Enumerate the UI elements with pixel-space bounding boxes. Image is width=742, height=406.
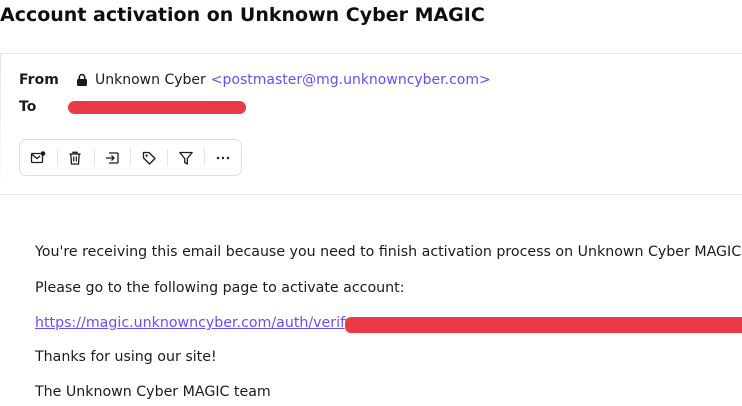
from-row: From Unknown Cyber <postmaster@mg.unknow… — [19, 72, 491, 88]
mark-unread-icon — [31, 150, 46, 163]
activation-link-line: https://magic.unknowncyber.com/auth/veri… — [35, 315, 353, 331]
filter-icon — [178, 151, 193, 165]
message-toolbar — [19, 139, 242, 176]
body-paragraph-2: Please go to the following page to activ… — [35, 280, 405, 296]
body-signature: The Unknown Cyber MAGIC team — [35, 384, 271, 400]
more-options-icon — [216, 156, 229, 159]
from-label: From — [19, 72, 59, 88]
message-panel-border — [0, 53, 742, 54]
to-row: To — [19, 99, 246, 115]
redacted-link-token — [345, 317, 742, 333]
email-subject: Account activation on Unknown Cyber MAGI… — [0, 4, 485, 26]
header-divider — [0, 194, 742, 195]
sender-name[interactable]: Unknown Cyber — [95, 72, 206, 88]
redacted-recipient — [68, 100, 246, 114]
message-panel-border-left — [0, 53, 1, 195]
body-paragraph-1: You're receiving this email because you … — [35, 244, 742, 260]
more-options-button[interactable] — [204, 140, 241, 175]
trash-icon — [69, 151, 81, 165]
filter-button[interactable] — [167, 140, 204, 175]
lock-icon[interactable] — [75, 73, 89, 87]
to-label: To — [19, 99, 37, 115]
body-paragraph-4: Thanks for using our site! — [35, 349, 217, 365]
move-button[interactable] — [93, 140, 131, 175]
move-to-folder-icon — [106, 151, 119, 164]
delete-button[interactable] — [56, 140, 94, 175]
label-tag-icon — [142, 151, 156, 165]
mark-unread-button[interactable] — [20, 140, 57, 175]
label-button[interactable] — [130, 140, 167, 175]
sender-email[interactable]: <postmaster@mg.unknowncyber.com> — [211, 72, 491, 88]
activation-link[interactable]: https://magic.unknowncyber.com/auth/veri… — [35, 315, 353, 331]
